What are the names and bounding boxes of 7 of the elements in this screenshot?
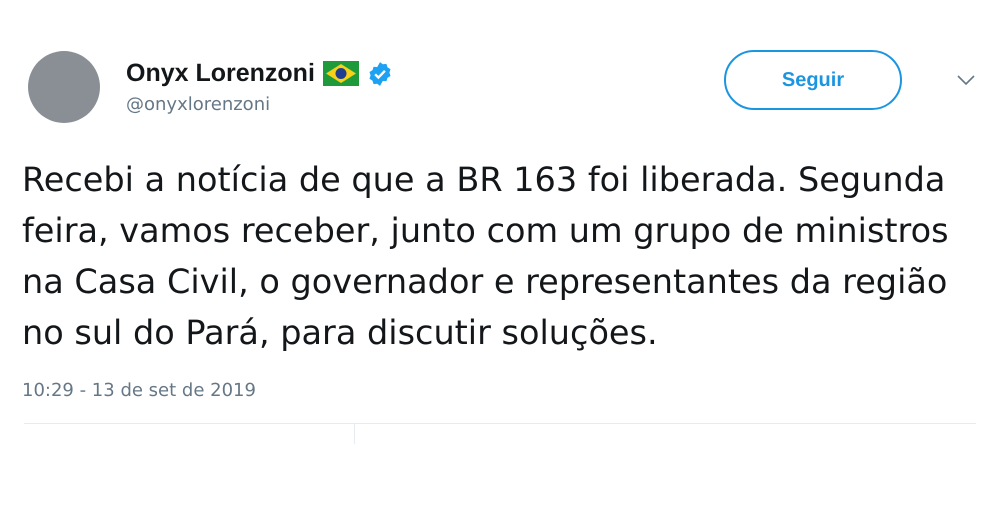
tweet-timestamp[interactable]: 10:29 - 13 de set de 2019 (22, 380, 256, 401)
flag-icon (322, 61, 359, 86)
tweet-text: Recebi a notícia de que a BR 163 foi liberada. Segunda feira, vamos receber, junto com um grupo de ministros na Casa Civil, o governador e representantes da região no sul do Pará, para discutir soluções. (22, 159, 950, 354)
follow-button[interactable]: Seguir (724, 50, 902, 110)
chevron-down-icon[interactable] (956, 74, 976, 86)
user-handle[interactable]: @onyxlorenzoni (126, 94, 698, 115)
display-name[interactable]: Onyx Lorenzoni (126, 59, 315, 88)
